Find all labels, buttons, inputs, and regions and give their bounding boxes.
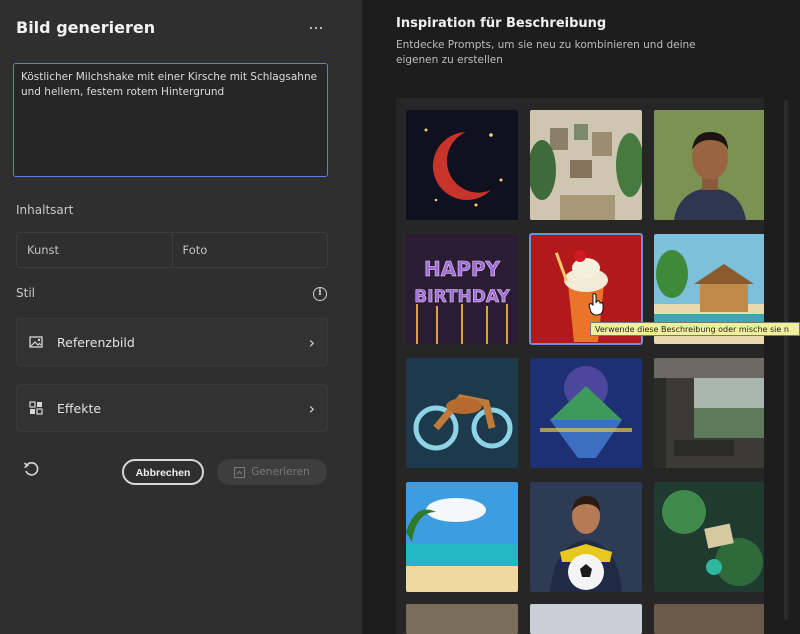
tooltip: Verwende diese Beschreibung oder mische … [590, 322, 800, 336]
effects-label: Effekte [57, 400, 102, 416]
inspiration-tile-island[interactable] [530, 358, 642, 468]
generate-label: Generieren [251, 466, 310, 478]
birthday-text-birthday: BIRTHDAY [414, 287, 510, 307]
content-type-label: Inhaltsart [16, 203, 74, 217]
content-type-selector: Kunst Foto [16, 232, 328, 268]
reference-image-button[interactable]: Referenzbild › [16, 318, 328, 366]
inspiration-tile-interior[interactable] [654, 358, 764, 468]
inspiration-tile-partial-3[interactable] [654, 604, 764, 634]
content-type-photo-button[interactable]: Foto [171, 233, 328, 267]
chevron-right-icon: › [308, 398, 315, 418]
effects-icon [29, 401, 43, 415]
content-type-art-button[interactable]: Kunst [17, 233, 172, 267]
inspiration-tile-motorcycle[interactable] [406, 358, 518, 468]
generate-icon [234, 466, 246, 478]
inspiration-tile-soccer[interactable] [530, 482, 642, 592]
inspiration-tile-portrait[interactable] [654, 110, 764, 220]
inspiration-tile-room[interactable] [530, 110, 642, 220]
birthday-text-happy: HAPPY [424, 257, 501, 281]
chevron-right-icon: › [308, 332, 315, 352]
inspiration-description: Entdecke Prompts, um sie neu zu kombinie… [396, 39, 696, 66]
reference-image-label: Referenzbild [57, 334, 135, 350]
inspiration-tile-birthday[interactable]: HAPPY BIRTHDAY [406, 234, 518, 344]
inspiration-tile-partial-1[interactable] [406, 604, 518, 634]
inspiration-title: Inspiration für Beschreibung [396, 16, 607, 31]
reset-icon[interactable] [22, 460, 40, 478]
inspiration-tile-partial-2[interactable] [530, 604, 642, 634]
effects-button[interactable]: Effekte › [16, 384, 328, 432]
more-options-button[interactable]: ... [304, 14, 328, 34]
cancel-button[interactable]: Abbrechen [122, 459, 204, 485]
inspiration-tile-moon[interactable] [406, 110, 518, 220]
inspiration-panel: Inspiration für Beschreibung Entdecke Pr… [362, 0, 800, 634]
inspiration-tile-beach[interactable] [406, 482, 518, 592]
scrollbar[interactable] [784, 100, 788, 620]
hand-cursor-icon [588, 293, 604, 316]
inspiration-grid: HAPPY BIRTHDAY [396, 98, 764, 634]
panel-title: Bild generieren [16, 18, 156, 37]
info-icon[interactable]: i [313, 287, 327, 301]
image-icon [29, 336, 43, 348]
prompt-input[interactable]: Köstlicher Milchshake mit einer Kirsche … [13, 63, 328, 177]
style-label: Stil [16, 286, 35, 300]
inspiration-tile-diorama[interactable] [654, 482, 764, 592]
generate-button[interactable]: Generieren [217, 459, 327, 485]
generate-image-panel: Bild generieren ... Köstlicher Milchshak… [0, 0, 362, 634]
